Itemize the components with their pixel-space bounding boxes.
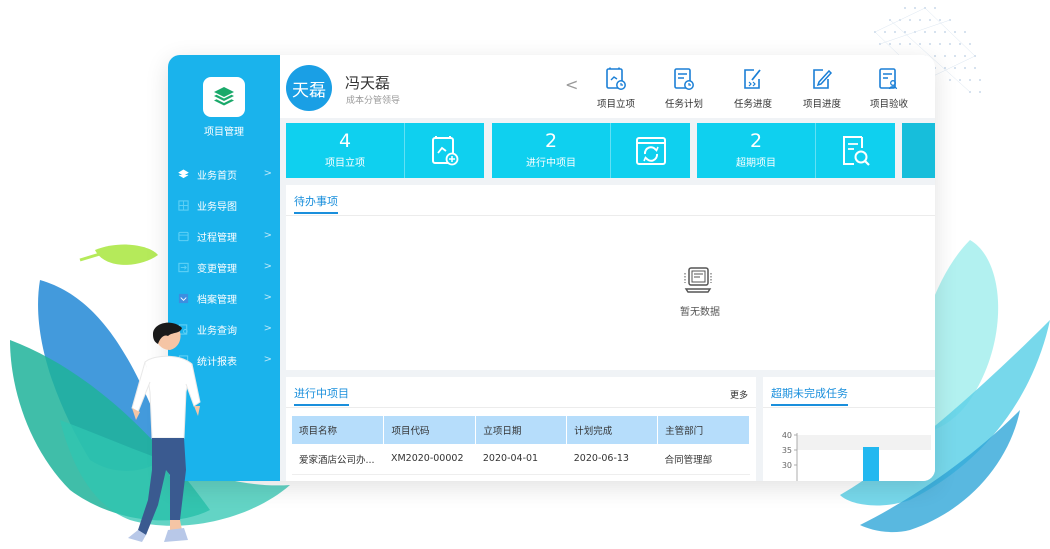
process-icon	[178, 231, 189, 242]
stat-value: 2	[749, 130, 763, 152]
chevron-right-icon: >	[263, 292, 272, 303]
change-icon	[178, 262, 189, 273]
stat-card-ongoing[interactable]: 2 进行中项目	[492, 123, 690, 178]
table-cell: 2020-04-01	[475, 444, 567, 475]
more-link[interactable]: 更多	[730, 388, 748, 401]
app-title: 项目管理	[204, 127, 244, 138]
column-header[interactable]: 项目代码	[383, 416, 477, 444]
table-cell: XM2020-00002	[383, 444, 476, 475]
chevron-right-icon: >	[263, 354, 272, 365]
table-row[interactable]: 爱家酒店公司办... XM2020-00002 2020-04-01 2020-…	[292, 444, 750, 475]
project-progress-icon	[813, 69, 833, 89]
stat-card-project-setup[interactable]: 4 项目立项	[286, 123, 484, 178]
document-search-icon	[842, 135, 870, 166]
quick-action-label: 任务计划	[664, 99, 703, 110]
sidebar-item-change[interactable]: 变更管理 >	[168, 252, 280, 283]
user-role: 成本分管领导	[346, 96, 401, 106]
table-header-row: 项目名称 项目代码 立项日期 计划完成 主管部门	[292, 416, 750, 444]
task-plan-icon	[674, 68, 694, 90]
quick-action-label: 项目进度	[802, 99, 841, 110]
overdue-tasks-panel: 超期未完成任务 40 35 30	[763, 377, 935, 481]
stat-label: 项目立项	[325, 158, 365, 169]
quick-action-project-acceptance[interactable]: 项目验收	[859, 67, 919, 110]
sidebar-item-archive[interactable]: 档案管理 >	[168, 283, 280, 314]
layers-logo-icon	[214, 87, 234, 106]
quick-action-project-progress[interactable]: 项目进度	[792, 67, 852, 110]
quick-action-label: 任务进度	[733, 99, 772, 110]
main-content: 天磊 冯天磊 成本分管领导 < 项目立项 任务计划 任务进度 项目进度 项目验收…	[280, 55, 935, 481]
quick-action-task-plan[interactable]: 任务计划	[654, 67, 714, 110]
divider	[286, 407, 756, 408]
quick-action-label: 项目验收	[869, 99, 908, 110]
chevron-right-icon: >	[263, 323, 272, 334]
table-cell: 合同管理部	[657, 444, 750, 475]
layers-icon	[178, 169, 189, 179]
chevron-left-icon[interactable]: <	[565, 75, 578, 94]
avatar[interactable]: 天磊	[286, 65, 332, 111]
y-tick-label: 40	[782, 431, 792, 440]
sidebar-item-map[interactable]: 业务导图	[168, 190, 280, 221]
refresh-icon	[635, 136, 666, 165]
project-acceptance-icon	[879, 68, 898, 90]
table-cell: 2020-06-13	[566, 444, 658, 475]
stat-card-overdue[interactable]: 2 超期项目	[697, 123, 895, 178]
ongoing-projects-panel: 进行中项目 更多 项目名称 项目代码 立项日期 计划完成 主管部门 爱家酒店公司…	[286, 377, 756, 481]
todo-tab[interactable]: 待办事项	[294, 193, 338, 214]
column-header[interactable]: 计划完成	[566, 416, 659, 444]
empty-data-icon	[684, 267, 712, 293]
table-cell: 爱家酒店公司办...	[292, 444, 384, 475]
map-icon	[178, 200, 189, 211]
todo-panel: 待办事项 暂无数据	[286, 185, 935, 370]
person-illustration	[128, 322, 201, 542]
divider	[286, 215, 935, 216]
column-header[interactable]: 主管部门	[657, 416, 750, 444]
quick-action-project-setup[interactable]: 项目立项	[586, 67, 646, 110]
app-window: 项目管理 业务首页 > 业务导图 过程管理 > 变更管理 > 档案管理 > 业务…	[168, 55, 935, 481]
ongoing-tab[interactable]: 进行中项目	[294, 385, 349, 406]
chevron-right-icon: >	[263, 230, 272, 241]
chart-bar	[863, 447, 879, 481]
chevron-right-icon: >	[263, 261, 272, 272]
project-setup-icon	[606, 67, 626, 90]
sidebar-item-home[interactable]: 业务首页 >	[168, 159, 280, 190]
column-header[interactable]: 项目名称	[292, 416, 385, 444]
user-name: 冯天磊	[345, 74, 391, 92]
sidebar-item-process[interactable]: 过程管理 >	[168, 221, 280, 252]
stat-label: 超期项目	[736, 158, 776, 169]
overdue-chart: 40 35 30	[782, 431, 931, 481]
archive-icon	[178, 293, 189, 304]
stat-card-partial[interactable]	[902, 123, 935, 178]
top-bar: 天磊 冯天磊 成本分管领导 < 项目立项 任务计划 任务进度 项目进度 项目验收	[280, 55, 935, 118]
sidebar-item-label: 变更管理	[197, 264, 237, 275]
y-tick-label: 35	[782, 446, 792, 455]
stat-value: 4	[338, 130, 352, 152]
stat-label: 进行中项目	[526, 158, 576, 169]
ongoing-projects-table: 项目名称 项目代码 立项日期 计划完成 主管部门 爱家酒店公司办... XM20…	[292, 416, 750, 475]
sidebar-item-label: 业务导图	[197, 202, 237, 213]
document-branch-icon	[431, 135, 458, 165]
app-logo[interactable]	[203, 77, 245, 117]
stat-value: 2	[544, 130, 558, 152]
empty-data-text: 暂无数据	[680, 307, 720, 318]
divider	[763, 407, 935, 408]
overdue-tab[interactable]: 超期未完成任务	[771, 385, 848, 406]
chevron-right-icon: >	[263, 168, 272, 179]
column-header[interactable]: 立项日期	[475, 416, 568, 444]
y-tick-label: 30	[782, 461, 792, 470]
sidebar-item-label: 档案管理	[197, 295, 237, 306]
task-progress-icon	[744, 69, 761, 89]
quick-action-task-progress[interactable]: 任务进度	[723, 67, 783, 110]
quick-action-label: 项目立项	[596, 99, 635, 110]
sidebar-item-label: 过程管理	[197, 233, 237, 244]
sidebar-item-label: 业务首页	[197, 171, 237, 182]
